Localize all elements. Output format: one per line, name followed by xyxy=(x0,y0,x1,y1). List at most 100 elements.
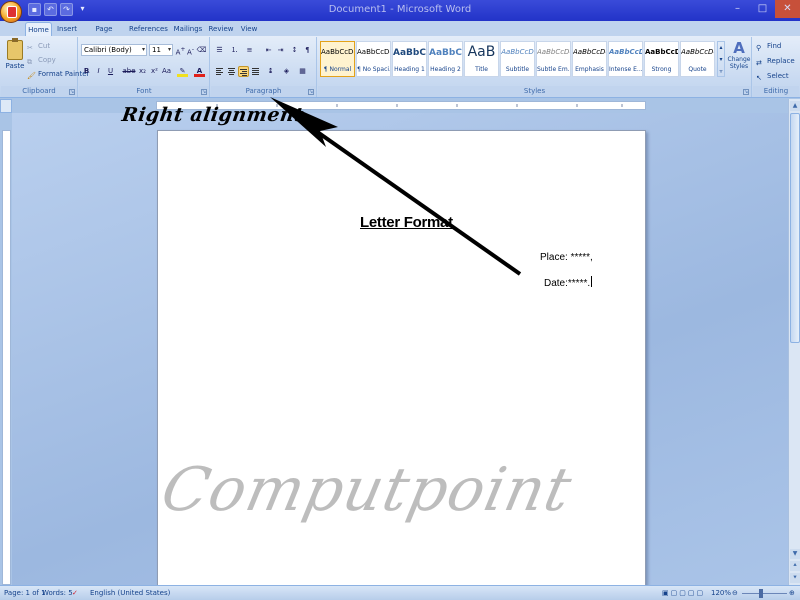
superscript-button[interactable]: x² xyxy=(149,66,160,77)
font-family-select[interactable]: Calibri (Body) ▾ xyxy=(81,44,147,56)
chevron-down-icon: ▾ xyxy=(141,46,145,53)
style-sample: AaBbCcDc xyxy=(681,48,714,56)
style-name: Strong xyxy=(651,66,672,73)
select-button[interactable]: ↖ Select xyxy=(756,70,789,82)
style-sample: AaBbCcD xyxy=(501,48,534,56)
justify-icon xyxy=(252,68,259,75)
font-color-icon[interactable]: A xyxy=(194,66,205,77)
style-no-spacing[interactable]: AaBbCcDc ¶ No Spaci... xyxy=(356,41,391,77)
style-intense-emphasis[interactable]: AaBbCcDc Intense E... xyxy=(608,41,643,77)
clear-formatting-icon[interactable]: ⌫ xyxy=(196,45,207,56)
previous-page-icon[interactable]: ⯅ xyxy=(790,561,800,571)
scroll-down-icon[interactable]: ▼ xyxy=(790,549,800,559)
style-heading-1[interactable]: AaBbCc Heading 1 xyxy=(392,41,427,77)
style-subtitle[interactable]: AaBbCcD Subtitle xyxy=(500,41,535,77)
font-launcher-icon[interactable]: ↘ xyxy=(201,89,207,95)
copy-button[interactable]: ⧉ Copy xyxy=(27,54,56,66)
tab-references[interactable]: References xyxy=(129,22,168,36)
editing-label: Editing xyxy=(753,86,799,97)
style-name: Intense E... xyxy=(609,66,642,73)
style-quote[interactable]: AaBbCcDc Quote xyxy=(680,41,715,77)
change-styles-button[interactable]: A Change Styles xyxy=(726,40,752,80)
word-count[interactable]: Words: 5 xyxy=(42,586,73,600)
change-case-button[interactable]: Aa xyxy=(161,66,172,77)
style-sample: AaB xyxy=(467,44,496,60)
tab-insert[interactable]: Insert xyxy=(55,22,79,36)
bullets-icon[interactable]: ☰ xyxy=(214,45,225,56)
tab-mailings[interactable]: Mailings xyxy=(172,22,204,36)
italic-button[interactable]: I xyxy=(93,66,104,77)
align-center-button[interactable] xyxy=(226,66,237,77)
line-spacing-icon[interactable]: ↨ xyxy=(265,66,276,77)
minimize-button[interactable]: – xyxy=(725,0,750,18)
show-formatting-icon[interactable]: ¶ xyxy=(302,45,313,56)
maximize-button[interactable]: □ xyxy=(750,0,775,18)
align-right-button[interactable] xyxy=(238,66,249,77)
style-subtle-emphasis[interactable]: AaBbCcDc Subtle Em... xyxy=(536,41,571,77)
tab-selector[interactable] xyxy=(0,99,12,113)
styles-scroll-icon[interactable]: ▴ ▾ ▿ xyxy=(717,41,725,77)
scissors-icon: ✂ xyxy=(27,43,33,52)
increase-indent-icon[interactable]: ⇥ xyxy=(275,45,286,56)
next-page-icon[interactable]: ⯆ xyxy=(790,573,800,583)
view-buttons-icon[interactable]: ▣▢▢▢▢ xyxy=(662,586,705,600)
style-name: ¶ Normal xyxy=(323,66,352,73)
style-sample: AaBbCcDc xyxy=(645,48,678,56)
multilevel-list-icon[interactable]: ≡ xyxy=(244,45,255,56)
styles-launcher-icon[interactable]: ↘ xyxy=(743,89,749,95)
vertical-ruler[interactable] xyxy=(2,130,11,585)
find-button[interactable]: ⚲ Find xyxy=(756,40,781,52)
bold-button[interactable]: B xyxy=(81,66,92,77)
cut-label: Cut xyxy=(38,42,51,50)
tab-home[interactable]: Home xyxy=(25,22,52,36)
shading-icon[interactable]: ◈ xyxy=(281,66,292,77)
zoom-slider-handle[interactable] xyxy=(759,589,763,598)
style-sample: AaBbCcDc xyxy=(537,48,570,56)
copy-icon: ⧉ xyxy=(27,57,32,66)
style-emphasis[interactable]: AaBbCcDc Emphasis xyxy=(572,41,607,77)
office-button[interactable] xyxy=(0,1,22,23)
replace-button[interactable]: ⇄ Replace xyxy=(756,55,795,67)
paragraph-launcher-icon[interactable]: ↘ xyxy=(308,89,314,95)
style-strong[interactable]: AaBbCcDc Strong xyxy=(644,41,679,77)
numbering-icon[interactable]: ⒈ xyxy=(229,45,240,56)
clipboard-group: Paste ✂ Cut ⧉ Copy 🖌 Format Painter Clipboa… xyxy=(1,37,89,97)
zoom-in-icon[interactable]: ⊕ xyxy=(789,586,795,600)
close-button[interactable]: ✕ xyxy=(775,0,800,18)
tab-view[interactable]: View xyxy=(238,22,260,36)
page-count[interactable]: Page: 1 of 1 xyxy=(4,586,46,600)
scroll-thumb[interactable] xyxy=(790,113,800,343)
zoom-level[interactable]: 120% xyxy=(711,586,731,600)
select-arrow-icon: ↖ xyxy=(756,73,762,82)
font-size-select[interactable]: 11 ▾ xyxy=(149,44,173,56)
subscript-button[interactable]: x₂ xyxy=(137,66,148,77)
clipboard-launcher-icon[interactable]: ↘ xyxy=(69,89,75,95)
tab-review[interactable]: Review xyxy=(208,22,234,36)
zoom-slider[interactable] xyxy=(742,593,787,594)
format-painter-icon: 🖌 xyxy=(27,71,36,80)
vertical-scrollbar[interactable]: ▲ ▼ ⯅ ⯆ xyxy=(788,99,800,585)
align-left-button[interactable] xyxy=(214,66,225,77)
strikethrough-button[interactable]: abe xyxy=(122,66,136,77)
paste-button[interactable]: Paste xyxy=(4,38,26,78)
language-status[interactable]: English (United States) xyxy=(90,586,170,600)
zoom-out-icon[interactable]: ⊖ xyxy=(732,586,738,600)
sort-icon[interactable]: ↕ xyxy=(289,45,300,56)
highlight-icon[interactable]: ✎ xyxy=(177,66,188,77)
proofing-icon[interactable]: ✓ xyxy=(72,586,78,600)
paragraph-group: ☰ ⒈ ≡ ⇤ ⇥ ↕ ¶ ↨ ◈ ▦ Paragraph ↘ xyxy=(211,37,317,97)
tab-page-layout[interactable]: Page Layout xyxy=(84,22,124,47)
style-name: Heading 2 xyxy=(430,66,461,73)
justify-button[interactable] xyxy=(250,66,261,77)
copy-label: Copy xyxy=(38,56,56,64)
shrink-font-icon[interactable]: A- xyxy=(185,45,196,56)
underline-button[interactable]: U xyxy=(105,66,116,77)
style-title[interactable]: AaB Title xyxy=(464,41,499,77)
scroll-up-icon[interactable]: ▲ xyxy=(790,101,800,111)
style-normal[interactable]: AaBbCcDc ¶ Normal xyxy=(320,41,355,77)
decrease-indent-icon[interactable]: ⇤ xyxy=(263,45,274,56)
status-bar: Page: 1 of 1 Words: 5 ✓ English (United … xyxy=(0,585,800,600)
style-heading-2[interactable]: AaBbCc Heading 2 xyxy=(428,41,463,77)
borders-icon[interactable]: ▦ xyxy=(297,66,308,77)
cut-button[interactable]: ✂ Cut xyxy=(27,40,50,52)
